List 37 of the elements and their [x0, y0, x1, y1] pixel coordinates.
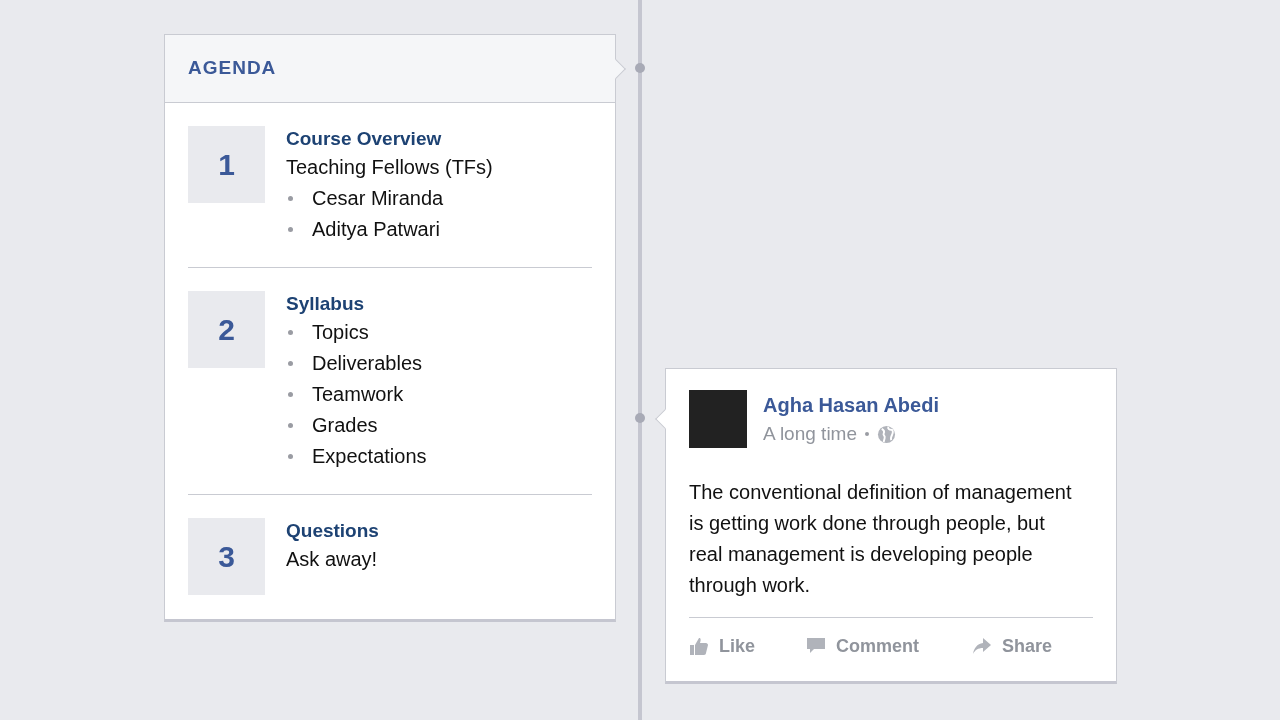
- bullet-icon: [288, 361, 293, 366]
- photo-placeholder: [689, 390, 747, 448]
- bullet-text: Topics: [312, 320, 369, 345]
- globe-icon: [877, 424, 896, 444]
- timeline-dot-icon: [635, 413, 645, 423]
- post-text: The conventional definition of management is getting work done through people, but real management is developing people through work.: [689, 479, 1073, 598]
- thumbs-up-icon: [689, 636, 709, 656]
- item-text: Ask away!: [286, 547, 379, 572]
- bullet-text: Aditya Patwari: [312, 217, 440, 242]
- bullet-text: Teamwork: [312, 382, 404, 407]
- item-title: Syllabus: [286, 292, 366, 316]
- bullet-icon: [288, 392, 293, 397]
- bullet-text: Grades: [312, 413, 378, 438]
- item-number: 1: [188, 126, 265, 203]
- item-number: 2: [188, 291, 265, 368]
- bullet-icon: [288, 196, 293, 201]
- comment-button[interactable]: Comment: [806, 632, 972, 660]
- bullet-text: Cesar Miranda: [312, 186, 444, 211]
- item-title: Questions: [286, 519, 379, 543]
- item-text: Teaching Fellows (TFs): [286, 155, 493, 180]
- agenda-title: AGENDA: [188, 56, 277, 81]
- item-number: 3: [188, 518, 265, 595]
- timeline-dot-icon: [635, 63, 645, 73]
- like-button[interactable]: Like: [689, 632, 806, 660]
- separator-dot-icon: [865, 432, 869, 437]
- share-arrow-icon: [972, 636, 992, 656]
- share-button[interactable]: Share: [972, 632, 1053, 660]
- speech-bubble-icon: [806, 636, 826, 656]
- bullet-text: Expectations: [312, 444, 427, 469]
- bullet-text: Deliverables: [312, 351, 423, 376]
- author-name[interactable]: Agha Hasan Abedi: [763, 390, 939, 420]
- item-title: Course Overview: [286, 127, 443, 151]
- post-time: A long time: [763, 422, 857, 446]
- bullet-icon: [288, 227, 293, 232]
- bullet-icon: [288, 454, 293, 459]
- bullet-icon: [288, 423, 293, 428]
- bullet-icon: [288, 330, 293, 335]
